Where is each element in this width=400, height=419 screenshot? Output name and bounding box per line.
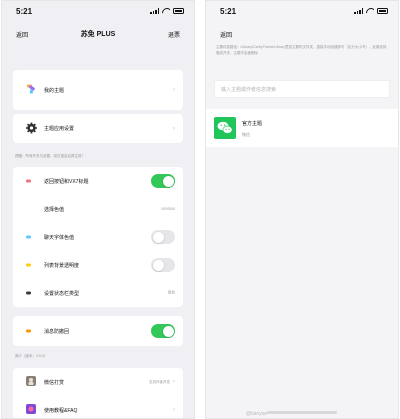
dot-icon (26, 235, 31, 239)
chevron-right-icon: › (173, 125, 175, 132)
row-label: 主题应用设置 (44, 126, 75, 132)
row-recall: 消息防撤回 (13, 316, 183, 346)
donate-hint: 支持作者开发 (149, 379, 170, 384)
dot-icon (26, 329, 31, 333)
battery-icon (173, 8, 184, 14)
back-button[interactable]: 返回 (220, 30, 232, 39)
theme-path-hint: 主题存放路径：/Library/CarbyTheme/Library里放主题时文… (216, 45, 387, 55)
row-label: 选择色值 (44, 206, 65, 213)
watermark: @tianyue (246, 411, 268, 417)
status-bar: 5:21 (206, 1, 398, 21)
nav-bar: 返回 苏免 PLUS 退票 (2, 25, 194, 43)
dot-icon (26, 291, 31, 295)
signal-icon (150, 8, 159, 14)
dot-icon (26, 263, 31, 267)
recall-card: 消息防撤回 (13, 316, 183, 346)
wechat-icon (214, 117, 236, 139)
row-list-bg: 列表背景透明度 (13, 251, 183, 279)
row-donate[interactable]: 微信打赏 支持作者开发 › (13, 368, 183, 396)
theme-subtitle: 微信 (242, 132, 250, 137)
status-bar: 5:21 (2, 1, 194, 21)
about-card: 微信打赏 支持作者开发 › 使用教程&FAQ › (13, 368, 183, 418)
dot-icon (26, 179, 31, 183)
status-time: 5:21 (16, 6, 33, 16)
row-label: 返回按钮和VX7标题 (44, 178, 89, 185)
chevron-right-icon: › (173, 87, 175, 93)
battery-icon (377, 8, 388, 14)
signal-icon (354, 8, 363, 14)
search-input[interactable]: 输入主题或作者信息搜索 (214, 80, 390, 98)
back-vx-toggle[interactable] (151, 174, 175, 188)
row-faq[interactable]: 使用教程&FAQ › (13, 396, 183, 418)
themes-card: 我的主题 › (13, 70, 183, 110)
row-label: 使用教程&FAQ (44, 407, 78, 414)
chat-font-toggle[interactable] (151, 230, 175, 244)
row-back-vx: 返回按钮和VX7标题 (13, 167, 183, 195)
theme-name: 官方主题 (242, 121, 263, 127)
status-bar-value: 默色 (168, 290, 175, 295)
chevron-right-icon: › (173, 379, 175, 385)
nav-right-button[interactable]: 退票 (168, 30, 180, 39)
row-label: 聊天字体色值 (44, 234, 75, 241)
section-note-version: 简介（版本：3.0.0） (15, 354, 48, 358)
wifi-icon (162, 8, 170, 14)
color-value: 0000000 (161, 207, 175, 211)
list-bg-toggle[interactable] (151, 258, 175, 272)
row-theme-settings[interactable]: 主题应用设置 › (13, 114, 183, 143)
status-time: 5:21 (220, 6, 237, 16)
screenshot: 5:21 返回 苏免 PLUS 退票 我的主题 › 主题应用设置 › 提醒：所有… (0, 0, 400, 419)
row-status-bar[interactable]: 设置状态栏类型 默色 (13, 279, 183, 307)
page-title: 苏免 PLUS (80, 31, 116, 38)
app-icon-2 (26, 404, 36, 416)
row-label: 列表背景透明度 (44, 262, 80, 269)
options-card: 返回按钮和VX7标题 选择色值 0000000 聊天字体色值 列表背景透明度 设… (13, 167, 183, 307)
back-button[interactable]: 返回 (16, 30, 28, 39)
theme-list-screen: 5:21 返回 主题存放路径：/Library/CarbyTheme/Libra… (205, 0, 399, 419)
wifi-icon (366, 8, 374, 14)
row-label: 消息防撤回 (44, 328, 70, 335)
row-chat-font: 聊天字体色值 (13, 223, 183, 251)
row-my-themes[interactable]: 我的主题 › (13, 70, 183, 110)
row-label: 我的主题 (44, 87, 65, 94)
theme-item-official[interactable]: 官方主题 微信 (206, 109, 398, 147)
app-icon (26, 376, 36, 388)
paintbrush-icon (26, 84, 37, 97)
chevron-right-icon: › (173, 407, 175, 413)
settings-card: 主题应用设置 › (13, 114, 183, 143)
recall-toggle[interactable] (151, 324, 175, 338)
settings-screen: 5:21 返回 苏免 PLUS 退票 我的主题 › 主题应用设置 › 提醒：所有… (1, 0, 195, 419)
section-note-restart: 提醒：所有开关与设置，将在重启后再生效！ (15, 154, 85, 158)
row-label: 设置状态栏类型 (44, 290, 80, 297)
nav-bar: 返回 (206, 25, 398, 43)
home-indicator (267, 411, 337, 414)
gear-icon (26, 122, 37, 135)
row-label: 微信打赏 (44, 379, 65, 386)
row-pick-color[interactable]: 选择色值 0000000 (13, 195, 183, 223)
